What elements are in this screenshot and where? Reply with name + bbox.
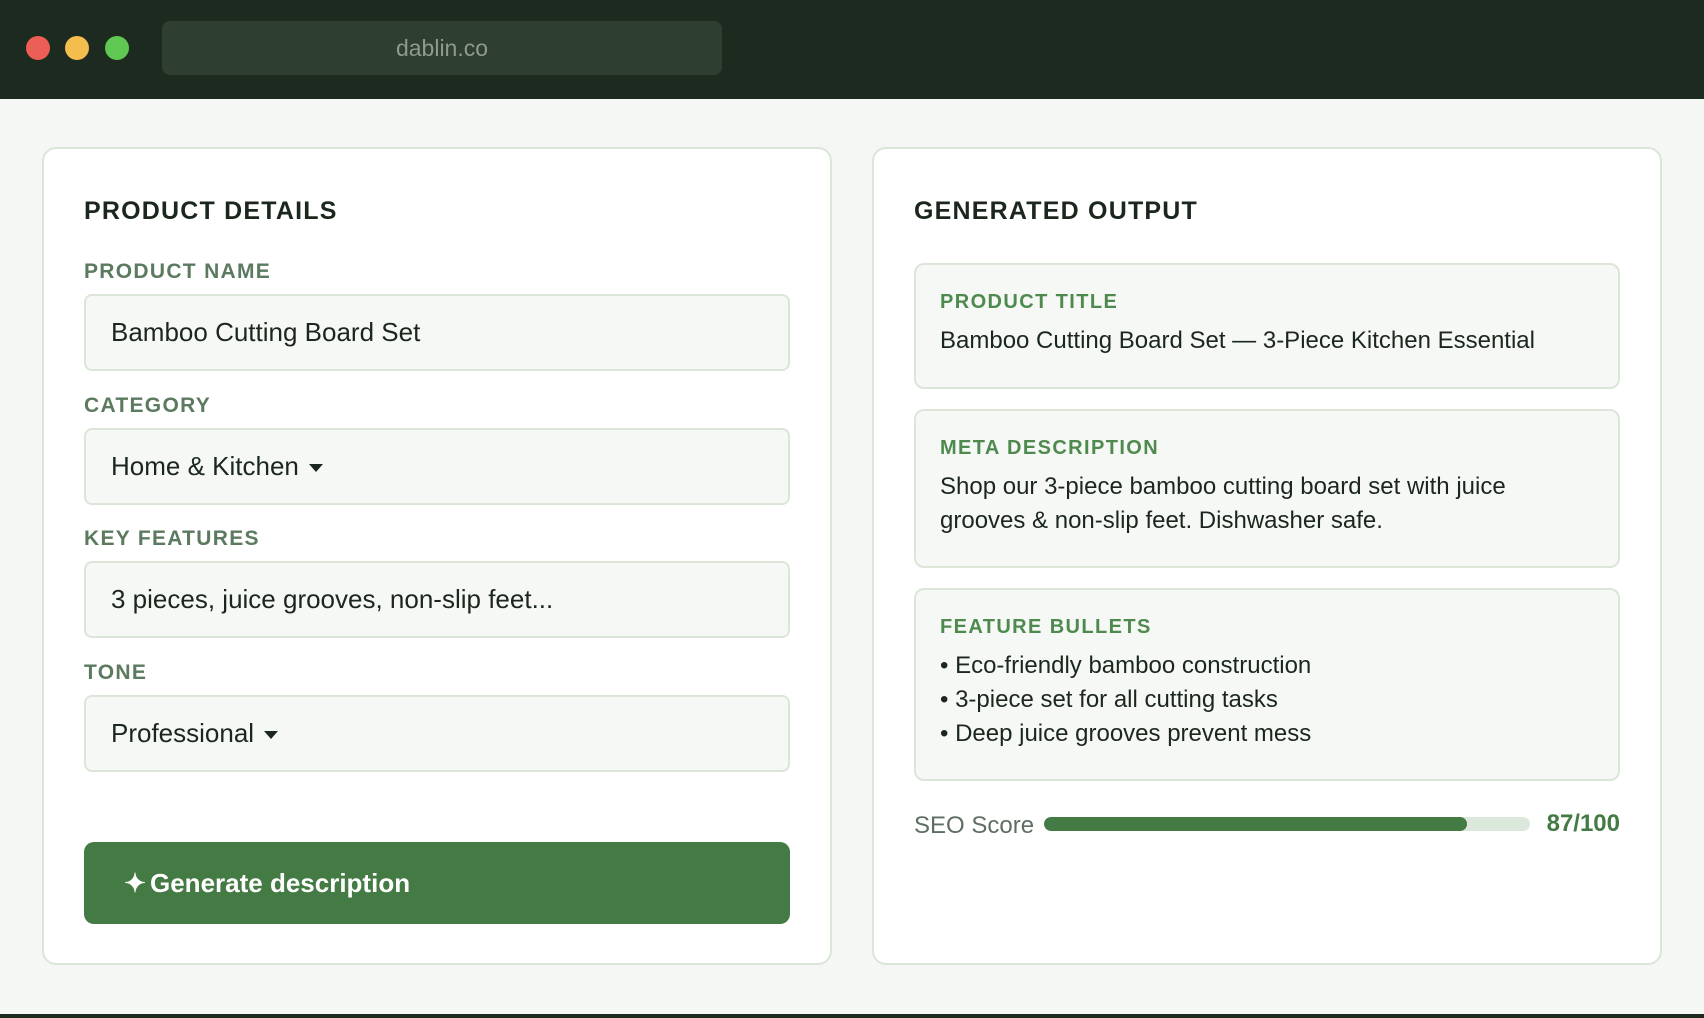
key-features-value: 3 pieces, juice grooves, non-slip feet..…	[111, 584, 554, 614]
generated-output-title: GENERATED OUTPUT	[914, 197, 1199, 225]
product-title-label: PRODUCT TITLE	[940, 291, 1119, 313]
meta-description-text: Shop our 3-piece bamboo cutting board se…	[940, 473, 1506, 534]
seo-score-fill	[1044, 817, 1467, 831]
category-label: CATEGORY	[84, 394, 212, 417]
generate-button-label: Generate description	[150, 868, 411, 898]
feature-bullet: 3-piece set for all cutting tasks	[940, 683, 1594, 717]
tone-label: TONE	[84, 661, 148, 684]
seo-score-label: SEO Score	[914, 812, 1035, 839]
category-select[interactable]: Home & Kitchen	[84, 428, 790, 505]
page-content: PRODUCT DETAILS PRODUCT NAME Bamboo Cutt…	[0, 99, 1704, 1014]
minimize-window-button[interactable]	[65, 36, 89, 60]
sparkle-icon: ✦	[124, 868, 146, 898]
category-value: Home & Kitchen	[111, 451, 299, 481]
product-name-input[interactable]: Bamboo Cutting Board Set	[84, 294, 790, 371]
product-details-title: PRODUCT DETAILS	[84, 197, 338, 225]
browser-window: dablin.co PRODUCT DETAILS PRODUCT NAME B…	[0, 0, 1704, 1018]
key-features-input[interactable]: 3 pieces, juice grooves, non-slip feet..…	[84, 561, 790, 638]
meta-description-card: META DESCRIPTION Shop our 3-piece bamboo…	[914, 409, 1620, 568]
feature-bullets-label: FEATURE BULLETS	[940, 616, 1152, 638]
seo-score-bar	[1044, 817, 1530, 831]
close-window-button[interactable]	[26, 36, 50, 60]
seo-score-value: 87/100	[1546, 810, 1620, 837]
address-bar[interactable]: dablin.co	[162, 21, 722, 75]
tone-value: Professional	[111, 718, 255, 748]
key-features-label: KEY FEATURES	[84, 527, 260, 550]
title-bar: dablin.co	[0, 0, 1704, 99]
meta-description-label: META DESCRIPTION	[940, 437, 1160, 459]
generate-description-button[interactable]: ✦ Generate description	[84, 842, 790, 924]
tone-select[interactable]: Professional	[84, 695, 790, 772]
feature-bullet: Deep juice grooves prevent mess	[940, 717, 1594, 751]
maximize-window-button[interactable]	[105, 36, 129, 60]
chevron-down-icon	[264, 731, 279, 740]
generated-output-panel: GENERATED OUTPUT PRODUCT TITLE Bamboo Cu…	[872, 147, 1662, 965]
chevron-down-icon	[308, 464, 323, 473]
feature-bullets-card: FEATURE BULLETS Eco-friendly bamboo cons…	[914, 588, 1620, 781]
feature-bullet: Eco-friendly bamboo construction	[940, 649, 1594, 683]
product-details-panel: PRODUCT DETAILS PRODUCT NAME Bamboo Cutt…	[42, 147, 832, 965]
product-name-value: Bamboo Cutting Board Set	[111, 317, 421, 347]
product-name-label: PRODUCT NAME	[84, 260, 272, 283]
product-title-card: PRODUCT TITLE Bamboo Cutting Board Set —…	[914, 263, 1620, 389]
product-title-text: Bamboo Cutting Board Set — 3-Piece Kitch…	[940, 327, 1535, 354]
feature-bullets-list: Eco-friendly bamboo construction 3-piece…	[940, 649, 1594, 751]
